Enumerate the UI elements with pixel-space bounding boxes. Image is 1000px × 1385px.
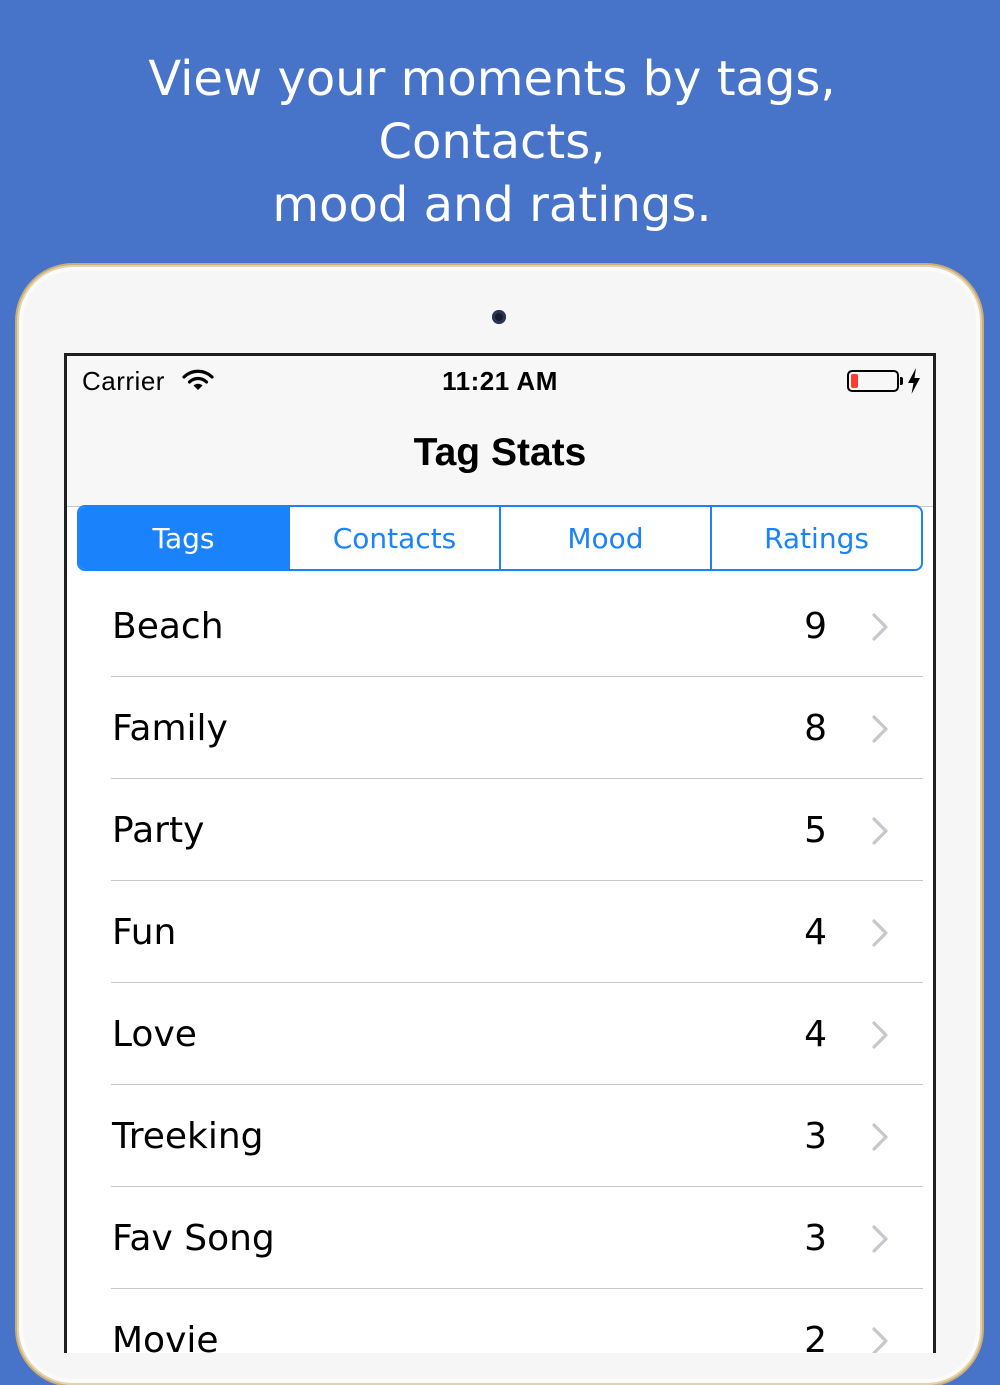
promo-headline: View your moments by tags, Contacts, moo… — [40, 48, 944, 237]
list-item[interactable]: Beach 9 — [67, 575, 933, 677]
front-camera — [492, 310, 506, 324]
tag-label: Fav Song — [112, 1218, 275, 1259]
battery-icon — [847, 370, 899, 392]
tag-label: Love — [112, 1014, 197, 1055]
lightning-bolt-icon — [908, 368, 920, 394]
segment-mood[interactable]: Mood — [499, 507, 710, 569]
navigation-bar: Carrier 11:21 AM Tag Stats — [67, 356, 933, 507]
tablet-screen: Carrier 11:21 AM Tag Stats Tags Contacts… — [64, 353, 936, 1353]
tag-count: 8 — [804, 708, 827, 749]
status-bar: Carrier 11:21 AM — [67, 356, 933, 408]
list-item[interactable]: Fun 4 — [67, 881, 933, 983]
segmented-control: Tags Contacts Mood Ratings — [77, 505, 923, 571]
list-item[interactable]: Fav Song 3 — [67, 1187, 933, 1289]
tag-count: 2 — [804, 1320, 827, 1353]
chevron-right-icon — [872, 919, 888, 947]
tag-count: 3 — [804, 1218, 827, 1259]
chevron-right-icon — [872, 715, 888, 743]
tag-count: 4 — [804, 1014, 827, 1055]
chevron-right-icon — [872, 817, 888, 845]
tag-count: 5 — [804, 810, 827, 851]
promo-line-1: View your moments by tags, Contacts, — [148, 51, 836, 170]
tag-count: 4 — [804, 912, 827, 953]
segment-contacts[interactable]: Contacts — [288, 507, 499, 569]
battery-level — [851, 374, 858, 388]
list-item[interactable]: Party 5 — [67, 779, 933, 881]
page-title: Tag Stats — [413, 431, 587, 474]
chevron-right-icon — [872, 1327, 888, 1353]
tag-label: Beach — [112, 606, 224, 647]
tag-label: Movie — [112, 1320, 219, 1353]
list-item[interactable]: Love 4 — [67, 983, 933, 1085]
tag-count: 3 — [804, 1116, 827, 1157]
chevron-right-icon — [872, 1021, 888, 1049]
chevron-right-icon — [872, 1225, 888, 1253]
tag-label: Fun — [112, 912, 177, 953]
segment-tags[interactable]: Tags — [79, 507, 288, 569]
chevron-right-icon — [872, 613, 888, 641]
chevron-right-icon — [872, 1123, 888, 1151]
tag-label: Party — [112, 810, 205, 851]
tag-list: Beach 9 Family 8 Party 5 Fun 4 Love 4 Tr… — [67, 575, 933, 1353]
app-screen: Carrier 11:21 AM Tag Stats Tags Contacts… — [67, 356, 933, 1353]
battery-tip — [900, 377, 903, 385]
tag-label: Family — [112, 708, 228, 749]
segment-ratings[interactable]: Ratings — [710, 507, 921, 569]
list-item[interactable]: Family 8 — [67, 677, 933, 779]
status-time: 11:21 AM — [442, 366, 558, 396]
tag-label: Treeking — [112, 1116, 264, 1157]
tag-count: 9 — [804, 606, 827, 647]
list-item[interactable]: Movie 2 — [67, 1289, 933, 1353]
promo-line-2: mood and ratings. — [272, 177, 712, 233]
list-item[interactable]: Treeking 3 — [67, 1085, 933, 1187]
